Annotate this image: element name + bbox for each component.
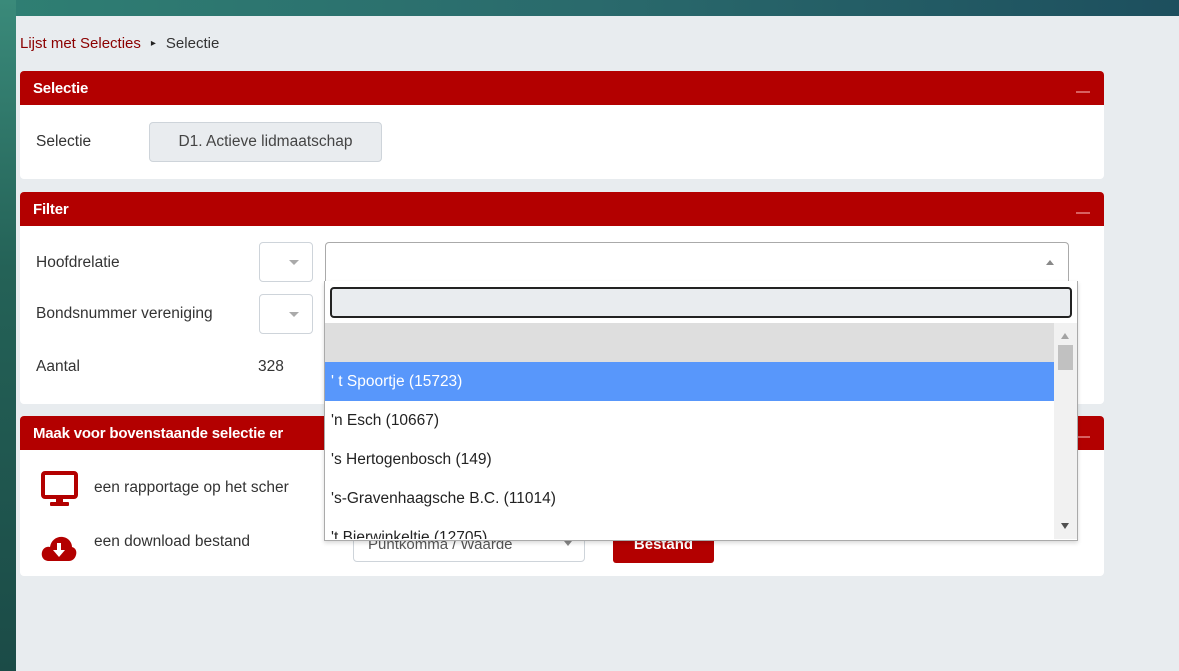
maak-panel-title: Maak voor bovenstaande selectie er	[33, 424, 283, 442]
collapse-icon[interactable]	[1076, 212, 1090, 214]
selectie-value: D1. Actieve lidmaatschap	[149, 122, 382, 162]
filter-panel-title: Filter	[33, 200, 69, 218]
aantal-label: Aantal	[36, 358, 80, 375]
filter-panel-header: Filter	[20, 192, 1104, 226]
dropdown-option[interactable]: 's Hertogenbosch (149)	[325, 440, 1054, 479]
download-text[interactable]: een download bestand	[94, 533, 250, 551]
dropdown-option[interactable]: 's-Gravenhaagsche B.C. (11014)	[325, 479, 1054, 518]
hoofdrelatie-dropdown: ' t Spoortje (15723) 'n Esch (10667) 's …	[324, 281, 1078, 541]
collapse-icon[interactable]	[1076, 91, 1090, 93]
hoofdrelatie-select[interactable]	[325, 242, 1069, 282]
breadcrumb-separator-icon: ▸	[150, 37, 156, 49]
breadcrumb-current: Selectie	[165, 34, 220, 52]
chevron-down-icon	[289, 260, 299, 265]
window-left-strip	[0, 0, 16, 671]
window-top-strip	[0, 0, 1179, 16]
selectie-panel-header: Selectie	[20, 71, 1104, 105]
scroll-down-icon[interactable]	[1061, 523, 1069, 529]
scroll-up-icon[interactable]	[1061, 333, 1069, 339]
dropdown-scrollbar[interactable]	[1054, 323, 1077, 539]
bondsnummer-label: Bondsnummer vereniging	[36, 305, 213, 322]
hoofdrelatie-label: Hoofdrelatie	[36, 254, 120, 271]
bondsnummer-operator-select[interactable]	[259, 294, 313, 334]
dropdown-search-input[interactable]	[330, 287, 1072, 318]
aantal-value: 328	[258, 358, 284, 375]
dropdown-options: ' t Spoortje (15723) 'n Esch (10667) 's …	[325, 323, 1054, 539]
chevron-down-icon	[289, 312, 299, 317]
breadcrumb-link-lijst[interactable]: Lijst met Selecties	[20, 35, 141, 52]
monitor-icon[interactable]	[41, 471, 78, 507]
selectie-panel-title: Selectie	[33, 79, 89, 97]
hoofdrelatie-operator-select[interactable]	[259, 242, 313, 282]
chevron-up-icon	[1046, 260, 1054, 265]
collapse-icon[interactable]	[1076, 436, 1090, 438]
dropdown-option[interactable]	[325, 323, 1054, 362]
chevron-down-icon	[564, 541, 572, 546]
scroll-thumb[interactable]	[1058, 345, 1073, 370]
selectie-label: Selectie	[36, 133, 92, 150]
selectie-panel: Selectie Selectie D1. Actieve lidmaatsch…	[20, 71, 1104, 179]
dropdown-option[interactable]: ' t Spoortje (15723)	[325, 362, 1054, 401]
rapportage-text[interactable]: een rapportage op het scher	[94, 479, 289, 497]
cloud-download-icon[interactable]	[40, 533, 78, 563]
breadcrumb: Lijst met Selecties ▸ Selectie	[20, 33, 219, 53]
dropdown-option[interactable]: 'n Esch (10667)	[325, 401, 1054, 440]
dropdown-option[interactable]: 't Bierwinkeltje (12705)	[325, 518, 1054, 539]
